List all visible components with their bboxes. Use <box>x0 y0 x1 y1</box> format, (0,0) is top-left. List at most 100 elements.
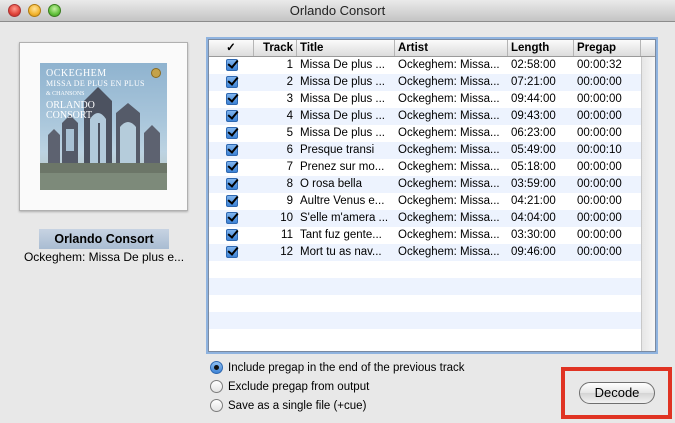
cell-title: Missa De plus ... <box>300 76 385 88</box>
cell-title: Missa De plus ... <box>300 59 385 71</box>
column-header-artist[interactable]: Artist <box>395 40 508 56</box>
track-checkbox[interactable] <box>226 144 238 156</box>
empty-row <box>209 278 641 295</box>
track-checkbox[interactable] <box>226 161 238 173</box>
cell-track: 8 <box>286 178 293 190</box>
table-row[interactable]: 5 Missa De plus ... Ockeghem: Missa... 06:2… <box>209 125 641 142</box>
cell-pregap: 00:00:00 <box>577 246 622 258</box>
table-row[interactable]: 1 Missa De plus ... Ockeghem: Missa... 02:5… <box>209 57 641 74</box>
column-header-title[interactable]: Title <box>297 40 395 56</box>
cell-track: 12 <box>280 246 293 258</box>
empty-row <box>209 312 641 329</box>
cell-artist: Ockeghem: Missa... <box>398 246 500 258</box>
cell-title: Prenez sur mo... <box>300 161 385 173</box>
cell-title: Missa De plus ... <box>300 93 385 105</box>
table-row[interactable]: 8 O rosa bella Ockeghem: Missa... 03:59:00 0… <box>209 176 641 193</box>
cell-track: 7 <box>286 161 293 173</box>
album-art-frame: OCKEGHEM MISSA DE PLUS EN PLUS & CHANSON… <box>19 42 188 211</box>
vertical-scrollbar[interactable] <box>641 57 655 351</box>
cover-line-1: OCKEGHEM <box>46 68 107 79</box>
table-row[interactable]: 10 S'elle m'amera ... Ockeghem: Missa... 04… <box>209 210 641 227</box>
track-checkbox[interactable] <box>226 93 238 105</box>
cell-title: Presque transi <box>300 144 375 156</box>
track-checkbox[interactable] <box>226 212 238 224</box>
cell-length: 03:30:00 <box>511 229 556 241</box>
album-title-label: Ockeghem: Missa De plus e... <box>23 250 185 264</box>
radio-include-pregap[interactable] <box>210 361 223 374</box>
cover-line-5: CONSORT <box>46 110 93 121</box>
cell-artist: Ockeghem: Missa... <box>398 110 500 122</box>
option-label[interactable]: Exclude pregap from output <box>228 378 369 396</box>
cell-artist: Ockeghem: Missa... <box>398 229 500 241</box>
cell-pregap: 00:00:00 <box>577 229 622 241</box>
cell-pregap: 00:00:00 <box>577 178 622 190</box>
column-header-track[interactable]: Track <box>254 40 297 56</box>
track-checkbox[interactable] <box>226 195 238 207</box>
cell-length: 09:43:00 <box>511 110 556 122</box>
track-checkbox[interactable] <box>226 127 238 139</box>
cell-length: 09:44:00 <box>511 93 556 105</box>
table-row[interactable]: 2 Missa De plus ... Ockeghem: Missa... 07:2… <box>209 74 641 91</box>
table-row[interactable]: 9 Aultre Venus e... Ockeghem: Missa... 04:2… <box>209 193 641 210</box>
cell-track: 4 <box>286 110 293 122</box>
cell-title: Aultre Venus e... <box>300 195 385 207</box>
cell-artist: Ockeghem: Missa... <box>398 76 500 88</box>
empty-row <box>209 329 641 346</box>
empty-row <box>209 295 641 312</box>
decode-button[interactable]: Decode <box>579 382 655 404</box>
cell-artist: Ockeghem: Missa... <box>398 59 500 71</box>
table-row[interactable]: 3 Missa De plus ... Ockeghem: Missa... 09:4… <box>209 91 641 108</box>
cell-title: Mort tu as nav... <box>300 246 382 258</box>
cell-title: Missa De plus ... <box>300 110 385 122</box>
cell-track: 9 <box>286 195 293 207</box>
track-checkbox[interactable] <box>226 246 238 258</box>
cell-title: Missa De plus ... <box>300 127 385 139</box>
cell-track: 2 <box>286 76 293 88</box>
cell-track: 10 <box>280 212 293 224</box>
track-checkbox[interactable] <box>226 229 238 241</box>
table-row[interactable]: 12 Mort tu as nav... Ockeghem: Missa... 09:… <box>209 244 641 261</box>
table-row[interactable]: 4 Missa De plus ... Ockeghem: Missa... 09:4… <box>209 108 641 125</box>
cell-length: 04:04:00 <box>511 212 556 224</box>
option-label[interactable]: Include pregap in the end of the previou… <box>228 359 465 377</box>
column-header-pregap[interactable]: Pregap <box>574 40 641 56</box>
track-checkbox[interactable] <box>226 178 238 190</box>
cell-pregap: 00:00:00 <box>577 93 622 105</box>
cell-length: 04:21:00 <box>511 195 556 207</box>
cell-length: 05:18:00 <box>511 161 556 173</box>
cell-length: 09:46:00 <box>511 246 556 258</box>
cell-pregap: 00:00:00 <box>577 110 622 122</box>
table-row[interactable]: 6 Presque transi Ockeghem: Missa... 05:49:0… <box>209 142 641 159</box>
track-checkbox[interactable] <box>226 110 238 122</box>
cell-artist: Ockeghem: Missa... <box>398 178 500 190</box>
column-header-check[interactable]: ✓ <box>209 40 254 56</box>
title-bar: Orlando Consort <box>0 0 675 22</box>
cell-track: 6 <box>286 144 293 156</box>
cell-length: 02:58:00 <box>511 59 556 71</box>
track-checkbox[interactable] <box>226 76 238 88</box>
cell-pregap: 00:00:00 <box>577 76 622 88</box>
cell-artist: Ockeghem: Missa... <box>398 93 500 105</box>
cell-pregap: 00:00:32 <box>577 59 622 71</box>
table-header: ✓ Track Title Artist Length Pregap <box>209 40 655 57</box>
radio-single-file[interactable] <box>210 399 223 412</box>
track-checkbox[interactable] <box>226 59 238 71</box>
column-header-length[interactable]: Length <box>508 40 574 56</box>
cell-length: 07:21:00 <box>511 76 556 88</box>
label-logo-icon <box>151 68 161 78</box>
table-row[interactable]: 7 Prenez sur mo... Ockeghem: Missa... 05:18… <box>209 159 641 176</box>
cell-track: 5 <box>286 127 293 139</box>
cell-artist: Ockeghem: Missa... <box>398 195 500 207</box>
track-rows: 1 Missa De plus ... Ockeghem: Missa... 02:5… <box>209 57 641 346</box>
cell-title: Tant fuz gente... <box>300 229 382 241</box>
cell-artist: Ockeghem: Missa... <box>398 127 500 139</box>
cell-title: S'elle m'amera ... <box>300 212 389 224</box>
cell-length: 06:23:00 <box>511 127 556 139</box>
radio-exclude-pregap[interactable] <box>210 380 223 393</box>
table-row[interactable]: 11 Tant fuz gente... Ockeghem: Missa... 03:… <box>209 227 641 244</box>
cell-length: 05:49:00 <box>511 144 556 156</box>
option-label[interactable]: Save as a single file (+cue) <box>228 397 366 415</box>
album-cover-title: OCKEGHEM MISSA DE PLUS EN PLUS & CHANSON… <box>46 69 145 121</box>
cell-track: 3 <box>286 93 293 105</box>
track-table[interactable]: ✓ Track Title Artist Length Pregap 1 Miss… <box>208 39 656 352</box>
